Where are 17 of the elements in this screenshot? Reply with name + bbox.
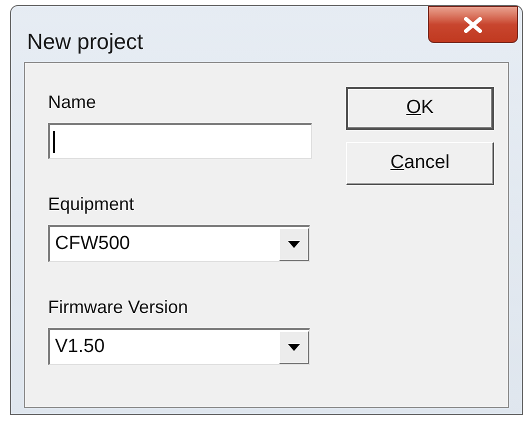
cancel-button[interactable]: Cancel bbox=[346, 142, 494, 185]
field-label: Name bbox=[48, 91, 98, 113]
dropdown-arrow-button[interactable] bbox=[279, 228, 309, 260]
close-icon bbox=[462, 16, 484, 34]
caret-down-icon bbox=[288, 240, 300, 248]
dropdown-value: V1.50 bbox=[55, 334, 105, 359]
window-title: New project bbox=[27, 28, 144, 56]
name-field[interactable] bbox=[48, 123, 312, 159]
field-label: Firmware Version bbox=[48, 296, 190, 318]
field-label: Equipment bbox=[48, 193, 136, 215]
dropdown[interactable]: V1.50 bbox=[48, 328, 310, 365]
caret-down-icon bbox=[288, 344, 300, 350]
close-button[interactable] bbox=[428, 6, 518, 43]
dropdown[interactable]: CFW500 bbox=[48, 225, 310, 262]
ok-button[interactable]: OK bbox=[346, 87, 494, 130]
dropdown-arrow-button[interactable] bbox=[279, 330, 309, 364]
dropdown-value: CFW500 bbox=[55, 232, 130, 256]
